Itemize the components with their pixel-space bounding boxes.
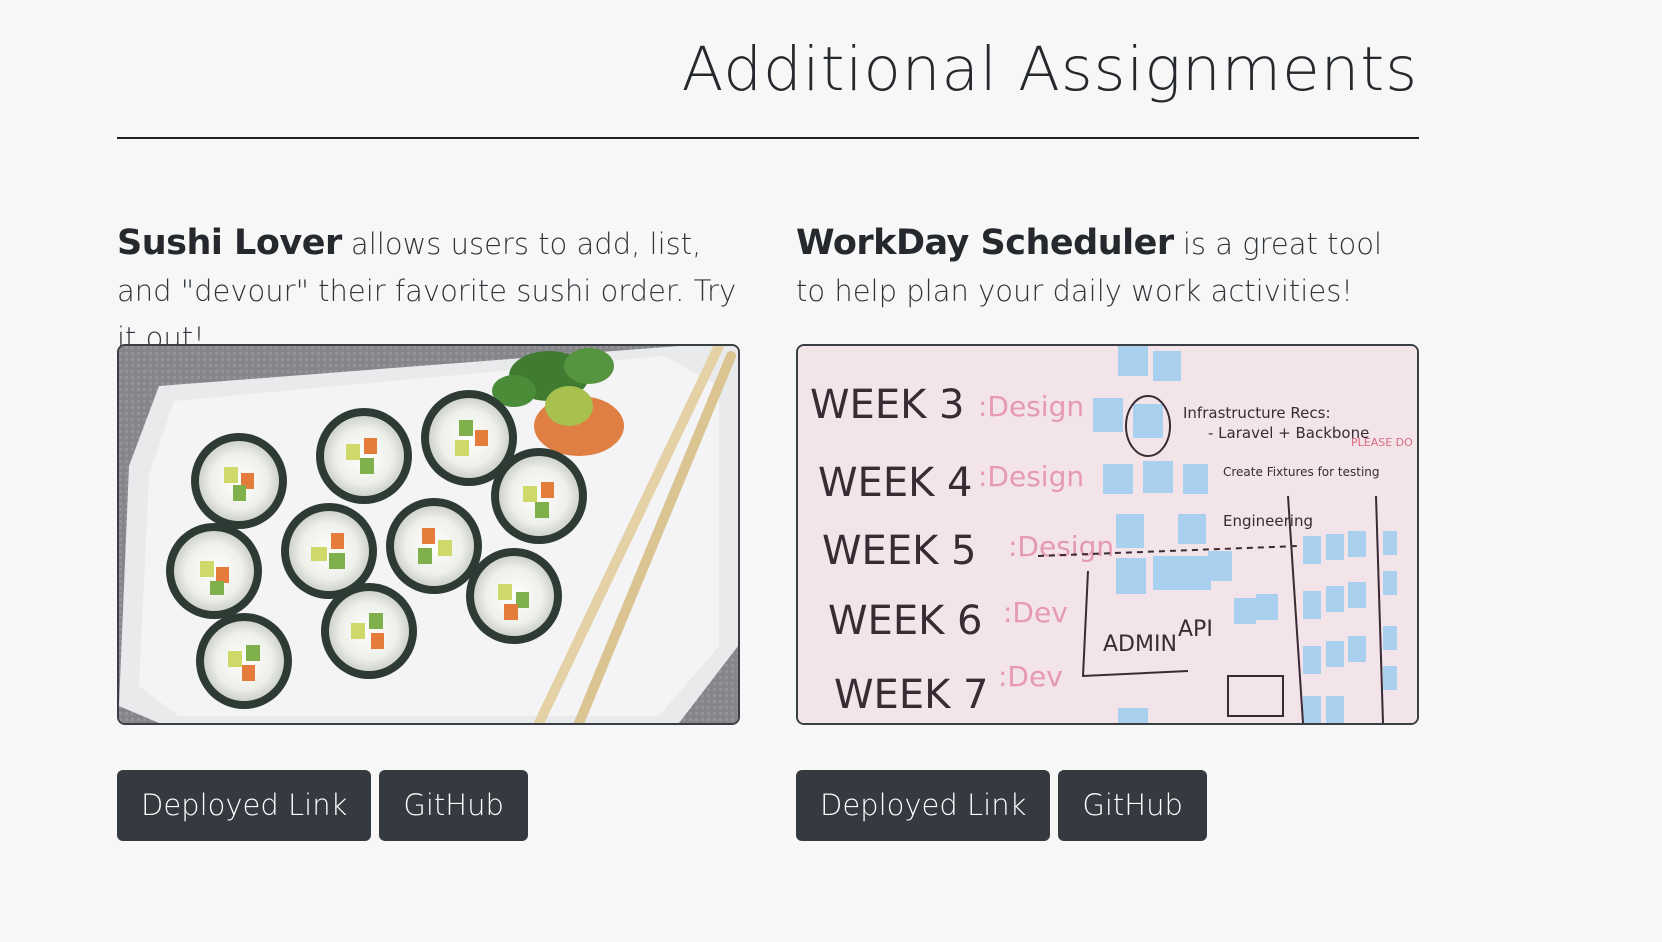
whiteboard-week-label: WEEK 7: [834, 672, 989, 718]
whiteboard-week-label: WEEK 3: [810, 382, 965, 428]
project-description: WorkDay Scheduler is a great tool to hel…: [796, 220, 1419, 330]
whiteboard-note: API: [1178, 617, 1213, 642]
project-description: Sushi Lover allows users to add, list, a…: [117, 220, 740, 355]
project-card-sushi-lover: Sushi Lover allows users to add, list, a…: [117, 220, 740, 841]
whiteboard-tag: :Design: [978, 460, 1084, 493]
whiteboard-note: - Laravel + Backbone: [1208, 424, 1369, 442]
whiteboard-week-label: WEEK 4: [818, 460, 973, 506]
project-actions: Deployed Link GitHub: [796, 770, 1207, 841]
project-name: Sushi Lover: [117, 223, 342, 263]
whiteboard-tag: :Design: [1008, 530, 1114, 563]
project-actions: Deployed Link GitHub: [117, 770, 528, 841]
whiteboard-note: Engineering: [1223, 512, 1313, 530]
whiteboard-week-label: WEEK 6: [828, 598, 983, 644]
whiteboard-tag: :Dev: [1003, 596, 1068, 629]
github-button[interactable]: GitHub: [379, 770, 528, 841]
whiteboard-thumbnail-image: WEEK 3 WEEK 4 WEEK 5 WEEK 6 WEEK 7 :Desi…: [796, 344, 1419, 725]
whiteboard-tag: :Design: [978, 390, 1084, 423]
deployed-link-button[interactable]: Deployed Link: [117, 770, 372, 841]
deployed-link-button[interactable]: Deployed Link: [796, 770, 1051, 841]
project-name: WorkDay Scheduler: [796, 223, 1174, 263]
project-card-workday-scheduler: WorkDay Scheduler is a great tool to hel…: [796, 220, 1419, 841]
github-button[interactable]: GitHub: [1058, 770, 1207, 841]
additional-assignments-section: Additional Assignments Sushi Lover allow…: [0, 0, 1662, 942]
whiteboard-note: Create Fixtures for testing: [1223, 465, 1380, 479]
title-divider: [117, 137, 1419, 139]
sushi-thumbnail-image: [117, 344, 740, 725]
whiteboard-note: PLEASE DO NOT ERASE: [1351, 436, 1417, 449]
whiteboard-week-label: WEEK 5: [822, 528, 977, 574]
whiteboard-note: ADMIN: [1103, 632, 1177, 657]
section-title: Additional Assignments: [681, 34, 1418, 105]
whiteboard-tag: :Dev: [998, 660, 1063, 693]
whiteboard-note: Infrastructure Recs:: [1183, 404, 1331, 422]
